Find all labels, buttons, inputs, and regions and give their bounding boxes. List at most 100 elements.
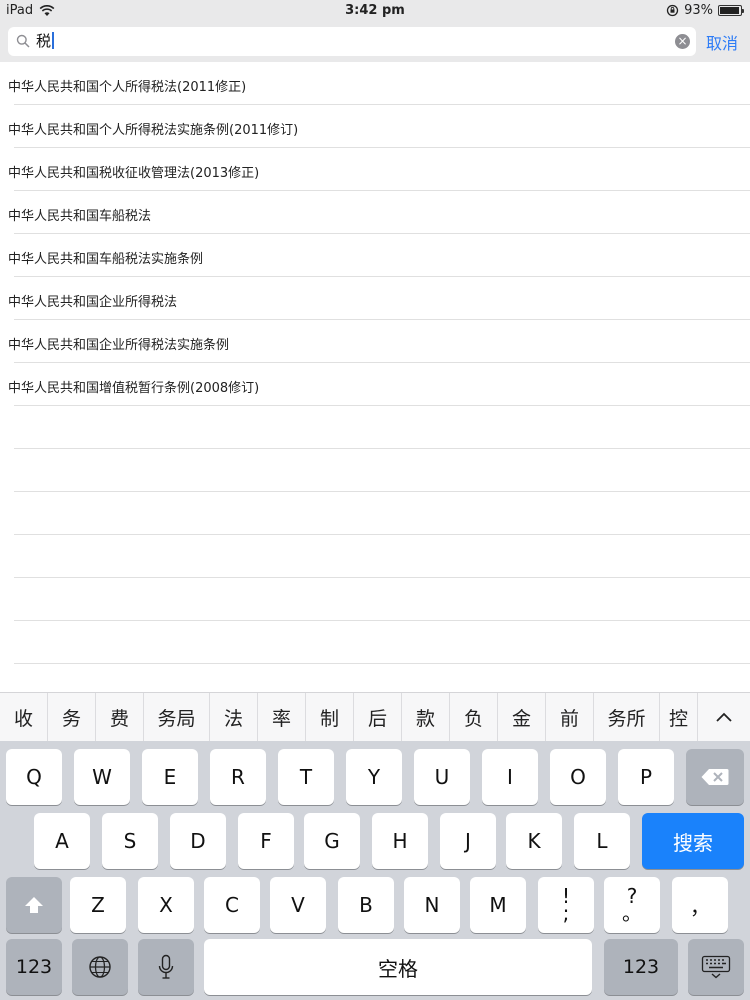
list-item-label: 中华人民共和国企业所得税法 [8,295,178,310]
list-item[interactable]: 中华人民共和国个人所得税法(2011修正) [0,62,750,105]
list-item[interactable]: 中华人民共和国车船税法实施条例 [0,234,750,277]
key-t[interactable]: T [278,749,334,805]
search-input[interactable]: 税 × [8,27,696,56]
key-z[interactable]: Z [70,877,126,933]
candidate-word[interactable]: 务 [48,693,96,741]
key-g[interactable]: G [304,813,360,869]
shift-icon [25,897,43,913]
space-bar[interactable]: 空格 [204,939,592,995]
key-question[interactable]: ? 。 [604,877,660,933]
clock: 3:42 pm [345,3,405,18]
results-list: 中华人民共和国个人所得税法(2011修正) 中华人民共和国个人所得税法实施条例(… [0,62,750,707]
battery-percent: 93% [684,3,713,18]
key-x[interactable]: X [138,877,194,933]
candidate-word[interactable]: 法 [210,693,258,741]
key-f[interactable]: F [238,813,294,869]
text-caret [52,32,55,49]
globe-icon [89,956,111,978]
list-item-label: 中华人民共和国个人所得税法(2011修正) [8,80,247,95]
key-d[interactable]: D [170,813,226,869]
list-item-label: 中华人民共和国个人所得税法实施条例(2011修订) [8,123,299,138]
backspace-button[interactable] [686,749,744,805]
candidate-word[interactable]: 金 [498,693,546,741]
list-item-label: 中华人民共和国增值税暂行条例(2008修订) [8,381,260,396]
keyboard: Q W E R T Y U I O P A S D F G H J K L 搜索… [0,741,750,1000]
empty-row [0,449,750,492]
key-p[interactable]: P [618,749,674,805]
microphone-icon [158,954,174,979]
rotation-lock-icon [666,4,679,17]
cancel-button[interactable]: 取消 [706,30,738,54]
search-text[interactable]: 税 [36,31,55,51]
list-item-label: 中华人民共和国车船税法 [8,209,152,224]
candidate-bar: 收 务 费 务局 法 率 制 后 款 负 金 前 务所 控 [0,692,750,741]
key-s[interactable]: S [102,813,158,869]
candidate-word[interactable]: 前 [546,693,594,741]
list-item-label: 中华人民共和国车船税法实施条例 [8,252,204,267]
candidate-word[interactable]: 收 [0,693,48,741]
key-y[interactable]: Y [346,749,402,805]
expand-candidates-button[interactable] [698,693,750,741]
empty-row [0,535,750,578]
key-l[interactable]: L [574,813,630,869]
key-o[interactable]: O [550,749,606,805]
battery-level [720,7,739,14]
candidate-word[interactable]: 后 [354,693,402,741]
candidate-word[interactable]: 款 [402,693,450,741]
key-exclaim-bottom: ; [562,901,570,925]
empty-row [0,406,750,449]
key-c[interactable]: C [204,877,260,933]
key-q[interactable]: Q [6,749,62,805]
search-query: 税 [36,32,52,50]
candidate-word[interactable]: 费 [96,693,144,741]
status-bar: iPad 3:42 pm 93% [0,0,750,22]
list-item[interactable]: 中华人民共和国税收征收管理法(2013修正) [0,148,750,191]
key-question-bottom: 。 [622,901,642,925]
candidate-word[interactable]: 率 [258,693,306,741]
list-item[interactable]: 中华人民共和国个人所得税法实施条例(2011修订) [0,105,750,148]
shift-button[interactable] [6,877,62,933]
key-e[interactable]: E [142,749,198,805]
key-h[interactable]: H [372,813,428,869]
battery-icon [718,5,744,16]
chevron-up-icon [716,712,732,722]
key-k[interactable]: K [506,813,562,869]
candidate-word[interactable]: 制 [306,693,354,741]
dictation-button[interactable] [138,939,194,995]
list-item[interactable]: 中华人民共和国增值税暂行条例(2008修订) [0,363,750,406]
empty-row [0,492,750,535]
list-item-label: 中华人民共和国税收征收管理法(2013修正) [8,166,260,181]
numbers-button-right[interactable]: 123 [604,939,678,995]
globe-button[interactable] [72,939,128,995]
search-bar: 税 × 取消 [0,22,750,62]
candidate-word[interactable]: 务局 [144,693,210,741]
list-item-label: 中华人民共和国企业所得税法实施条例 [8,338,230,353]
candidate-word[interactable]: 务所 [594,693,660,741]
empty-row [0,621,750,664]
backspace-icon [701,769,729,785]
key-exclaim[interactable]: ! ; [538,877,594,933]
search-icon [16,34,30,48]
candidate-word[interactable]: 负 [450,693,498,741]
key-j[interactable]: J [440,813,496,869]
key-n[interactable]: N [404,877,460,933]
key-w[interactable]: W [74,749,130,805]
empty-row [0,578,750,621]
candidate-word[interactable]: 控 [660,693,698,741]
numbers-button[interactable]: 123 [6,939,62,995]
search-button[interactable]: 搜索 [642,813,744,869]
list-item[interactable]: 中华人民共和国企业所得税法实施条例 [0,320,750,363]
key-b[interactable]: B [338,877,394,933]
list-item[interactable]: 中华人民共和国车船税法 [0,191,750,234]
clear-icon[interactable]: × [675,34,690,49]
dismiss-keyboard-button[interactable] [688,939,744,995]
key-v[interactable]: V [270,877,326,933]
keyboard-dismiss-icon [701,955,731,979]
key-r[interactable]: R [210,749,266,805]
key-u[interactable]: U [414,749,470,805]
key-i[interactable]: I [482,749,538,805]
key-comma[interactable]: ， [672,877,728,933]
key-m[interactable]: M [470,877,526,933]
key-a[interactable]: A [34,813,90,869]
list-item[interactable]: 中华人民共和国企业所得税法 [0,277,750,320]
